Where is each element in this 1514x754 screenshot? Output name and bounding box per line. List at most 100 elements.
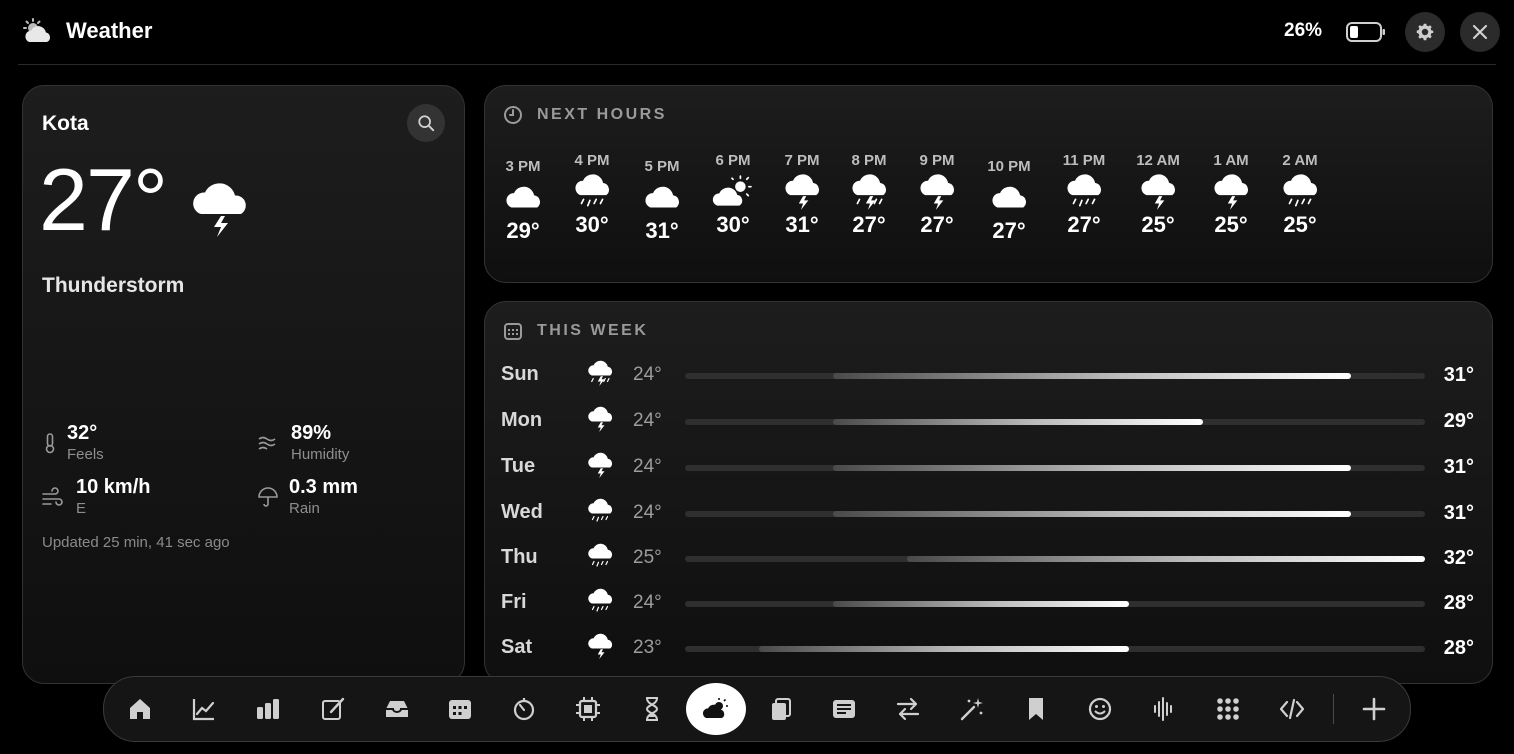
temp-range-bar: [833, 419, 1203, 425]
rain-stat: 0.3 mm Rain: [289, 476, 358, 517]
weather-condition: Thunderstorm: [42, 274, 185, 297]
rain-label: Rain: [289, 500, 320, 517]
hour-time: 9 PM: [919, 152, 955, 169]
hour-time: 6 PM: [715, 152, 751, 169]
search-button[interactable]: [407, 104, 445, 142]
notes-icon: [833, 700, 855, 718]
dock-home-button[interactable]: [118, 687, 162, 731]
day-row: Sun 24° 31°: [485, 355, 1492, 395]
umbrella-icon: [258, 487, 278, 507]
day-high-temp: 29°: [1443, 410, 1474, 432]
dock-hourglass-button[interactable]: [630, 687, 674, 731]
hour-time: 10 PM: [987, 158, 1031, 175]
dock-cpu-button[interactable]: [566, 687, 610, 731]
humidity-icon: [258, 436, 276, 450]
hour-time: 2 AM: [1282, 152, 1318, 169]
clock-icon: [504, 106, 522, 124]
cloud-icon: [640, 180, 684, 218]
dock-emoji-button[interactable]: [1078, 687, 1122, 731]
hour-temp: 30°: [575, 212, 609, 237]
dock-notes-button[interactable]: [822, 687, 866, 731]
hour-item: 12 AM 25°: [1128, 152, 1188, 238]
temp-range-bar: [833, 465, 1351, 471]
hour-temp: 27°: [920, 212, 954, 237]
hour-temp: 25°: [1214, 212, 1248, 237]
thunder-icon: [585, 405, 615, 435]
wind-stat: 10 km/h E: [76, 476, 150, 517]
hour-time: 3 PM: [505, 158, 541, 175]
day-row: Tue 24° 31°: [485, 447, 1492, 487]
rain-icon: [585, 587, 615, 617]
this-week-card: THIS WEEK Sun 24° 31° Mon 24° 29° Tue 24° 31° Wed…: [484, 301, 1493, 684]
dock-chart-line-button[interactable]: [182, 687, 226, 731]
dock-waveform-button[interactable]: [1142, 687, 1186, 731]
close-button[interactable]: [1460, 12, 1500, 52]
wind-direction: E: [76, 500, 87, 517]
search-icon: [418, 115, 435, 132]
magic-icon: [960, 698, 983, 721]
thunder-icon: [585, 632, 615, 662]
rain-icon: [570, 174, 614, 212]
hour-item: 1 AM 25°: [1201, 152, 1261, 238]
cpu-icon: [576, 697, 600, 721]
dock-weather-button[interactable]: [686, 683, 746, 735]
hour-temp: 27°: [1067, 212, 1101, 237]
hourglass-icon: [645, 697, 659, 721]
hour-item: 2 AM 25°: [1270, 152, 1330, 238]
close-icon: [1472, 24, 1488, 40]
dock-transfer-button[interactable]: [886, 687, 930, 731]
day-name: Tue: [501, 455, 536, 477]
this-week-title: THIS WEEK: [537, 322, 649, 339]
day-high-temp: 31°: [1443, 456, 1474, 478]
feels-like-value: 32°: [67, 422, 98, 444]
temp-range-bar: [833, 373, 1351, 379]
wind-value: 10 km/h: [76, 476, 151, 498]
thunder-icon: [915, 174, 959, 212]
cloud-sun-icon: [23, 18, 51, 42]
dock-code-button[interactable]: [1270, 687, 1314, 731]
dock-magic-button[interactable]: [950, 687, 994, 731]
dock-apps-grid-button[interactable]: [1206, 687, 1250, 731]
bookmark-icon: [1029, 698, 1043, 720]
dock-inbox-button[interactable]: [375, 687, 419, 731]
day-low-temp: 24°: [633, 502, 662, 523]
hour-temp: 27°: [852, 212, 886, 237]
code-icon: [1279, 698, 1305, 720]
hour-item: 5 PM 31°: [632, 158, 692, 244]
day-name: Sat: [501, 636, 533, 658]
apps-grid-icon: [1217, 698, 1239, 720]
day-high-temp: 28°: [1443, 592, 1474, 614]
dock-bookmark-button[interactable]: [1014, 687, 1058, 731]
settings-button[interactable]: [1405, 12, 1445, 52]
humidity-value: 89%: [291, 422, 332, 444]
app-title: Weather: [66, 18, 153, 43]
temp-range-track: [685, 646, 1425, 652]
temp-range-track: [685, 556, 1425, 562]
cloud-icon: [987, 180, 1031, 218]
dock-separator: [1333, 694, 1334, 724]
day-name: Thu: [501, 546, 538, 568]
day-name: Wed: [501, 501, 543, 523]
dock-timer-button[interactable]: [502, 687, 546, 731]
day-low-temp: 24°: [633, 592, 662, 613]
hour-item: 9 PM 27°: [907, 152, 967, 238]
rain-icon: [1278, 174, 1322, 212]
dock-edit-button[interactable]: [311, 687, 355, 731]
day-high-temp: 32°: [1443, 547, 1474, 569]
dock-add-button[interactable]: [1352, 687, 1396, 731]
dock-bar-chart-button[interactable]: [246, 687, 290, 731]
bar-chart-icon: [257, 699, 279, 719]
dock-calendar-button[interactable]: [438, 687, 482, 731]
hour-temp: 30°: [716, 212, 750, 237]
thunder-rain-icon: [585, 359, 615, 389]
hour-item: 10 PM 27°: [979, 158, 1039, 244]
hour-item: 8 PM 27°: [839, 152, 899, 238]
hour-time: 4 PM: [574, 152, 610, 169]
hour-temp: 29°: [506, 218, 540, 243]
day-low-temp: 23°: [633, 637, 662, 658]
dock-clipboard-button[interactable]: [758, 687, 802, 731]
feels-like-label: Feels: [67, 446, 104, 463]
weather-icon: [702, 698, 728, 718]
current-weather-card: Kota 27° Thunderstorm 32° Feels 89% Humi…: [22, 85, 465, 684]
hour-time: 12 AM: [1136, 152, 1180, 169]
